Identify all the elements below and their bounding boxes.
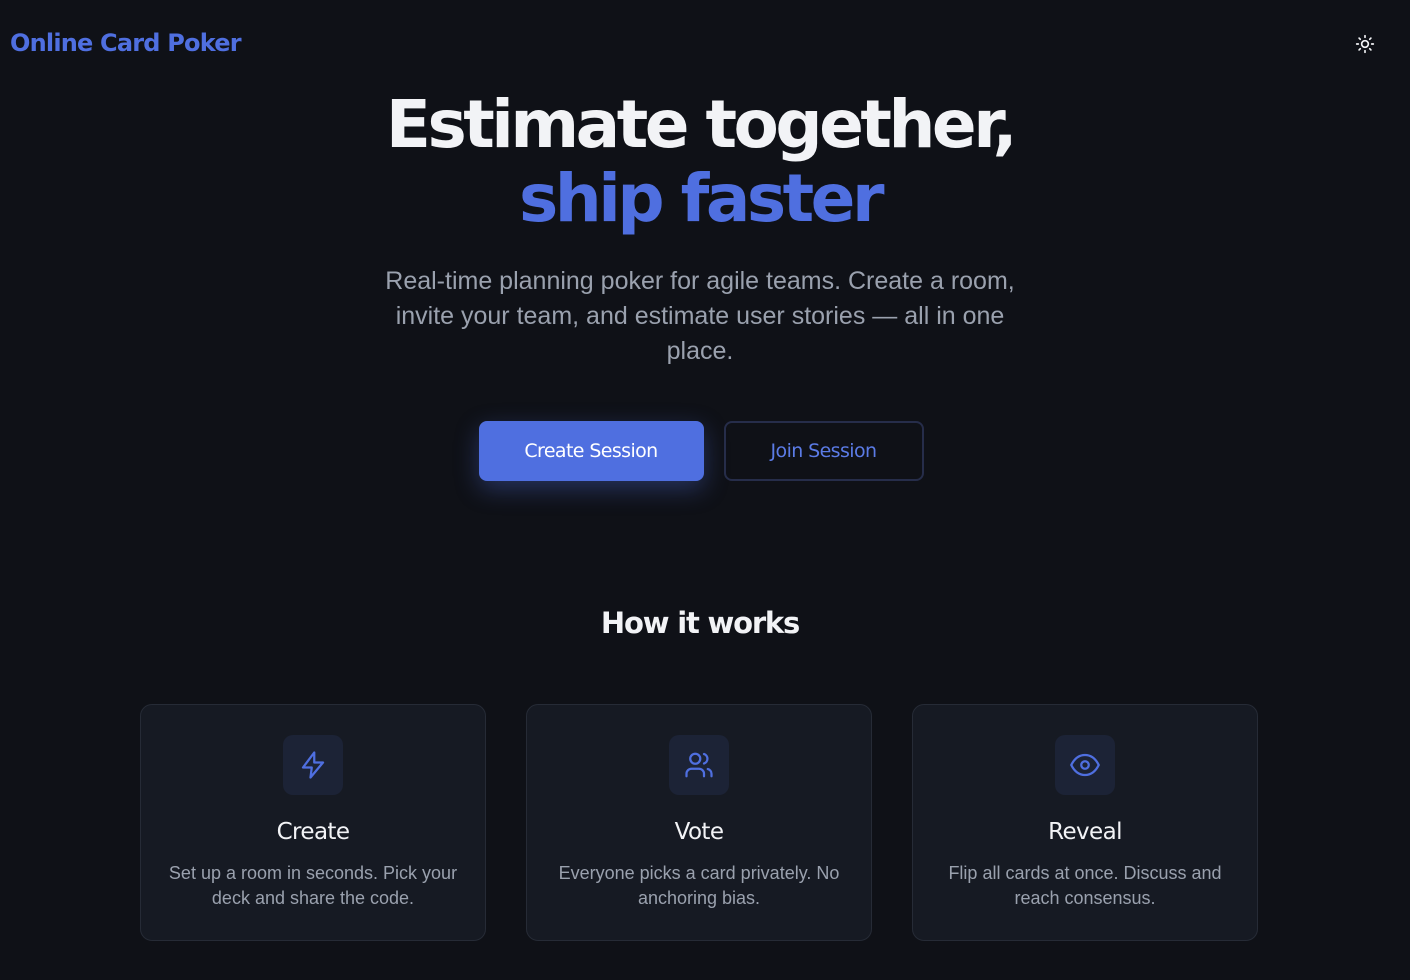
feature-card-create: Create Set up a room in seconds. Pick yo… [140,704,486,941]
feature-icon-container [283,735,343,795]
feature-card-reveal: Reveal Flip all cards at once. Discuss a… [912,704,1258,941]
sun-icon [1355,34,1375,54]
landing-page: Online Card Poker Estimate together, shi… [0,0,1410,980]
feature-icon-container [669,735,729,795]
feature-cards: Create Set up a room in seconds. Pick yo… [140,704,1258,941]
theme-toggle-button[interactable] [1352,31,1378,57]
feature-icon-container [1055,735,1115,795]
hero-title: Estimate together, ship faster [0,88,1400,236]
hero-title-line1: Estimate together, [385,86,1018,163]
users-icon [685,752,713,778]
feature-description: Set up a room in seconds. Pick your deck… [168,863,458,908]
feature-description: Flip all cards at once. Discuss and reac… [948,863,1222,908]
hero-title-accent: ship faster [518,160,885,237]
feature-title: Create [276,819,350,845]
hero-section: Estimate together, ship faster Real-time… [0,88,1400,481]
feature-title: Vote [674,819,724,845]
lightning-icon [301,751,325,779]
create-session-button[interactable]: Create Session [478,421,704,481]
eye-icon [1070,753,1100,777]
how-it-works-heading: How it works [600,606,800,640]
join-session-button[interactable]: Join Session [723,421,924,481]
feature-card-vote: Vote Everyone picks a card privately. No… [526,704,872,941]
brand-logo[interactable]: Online Card Poker [10,29,242,57]
feature-description: Everyone picks a card privately. No anch… [558,863,840,908]
hero-subtitle: Real-time planning poker for agile teams… [385,267,1015,365]
cta-buttons: Create Session Join Session [0,421,1400,481]
feature-title: Reveal [1048,819,1122,845]
